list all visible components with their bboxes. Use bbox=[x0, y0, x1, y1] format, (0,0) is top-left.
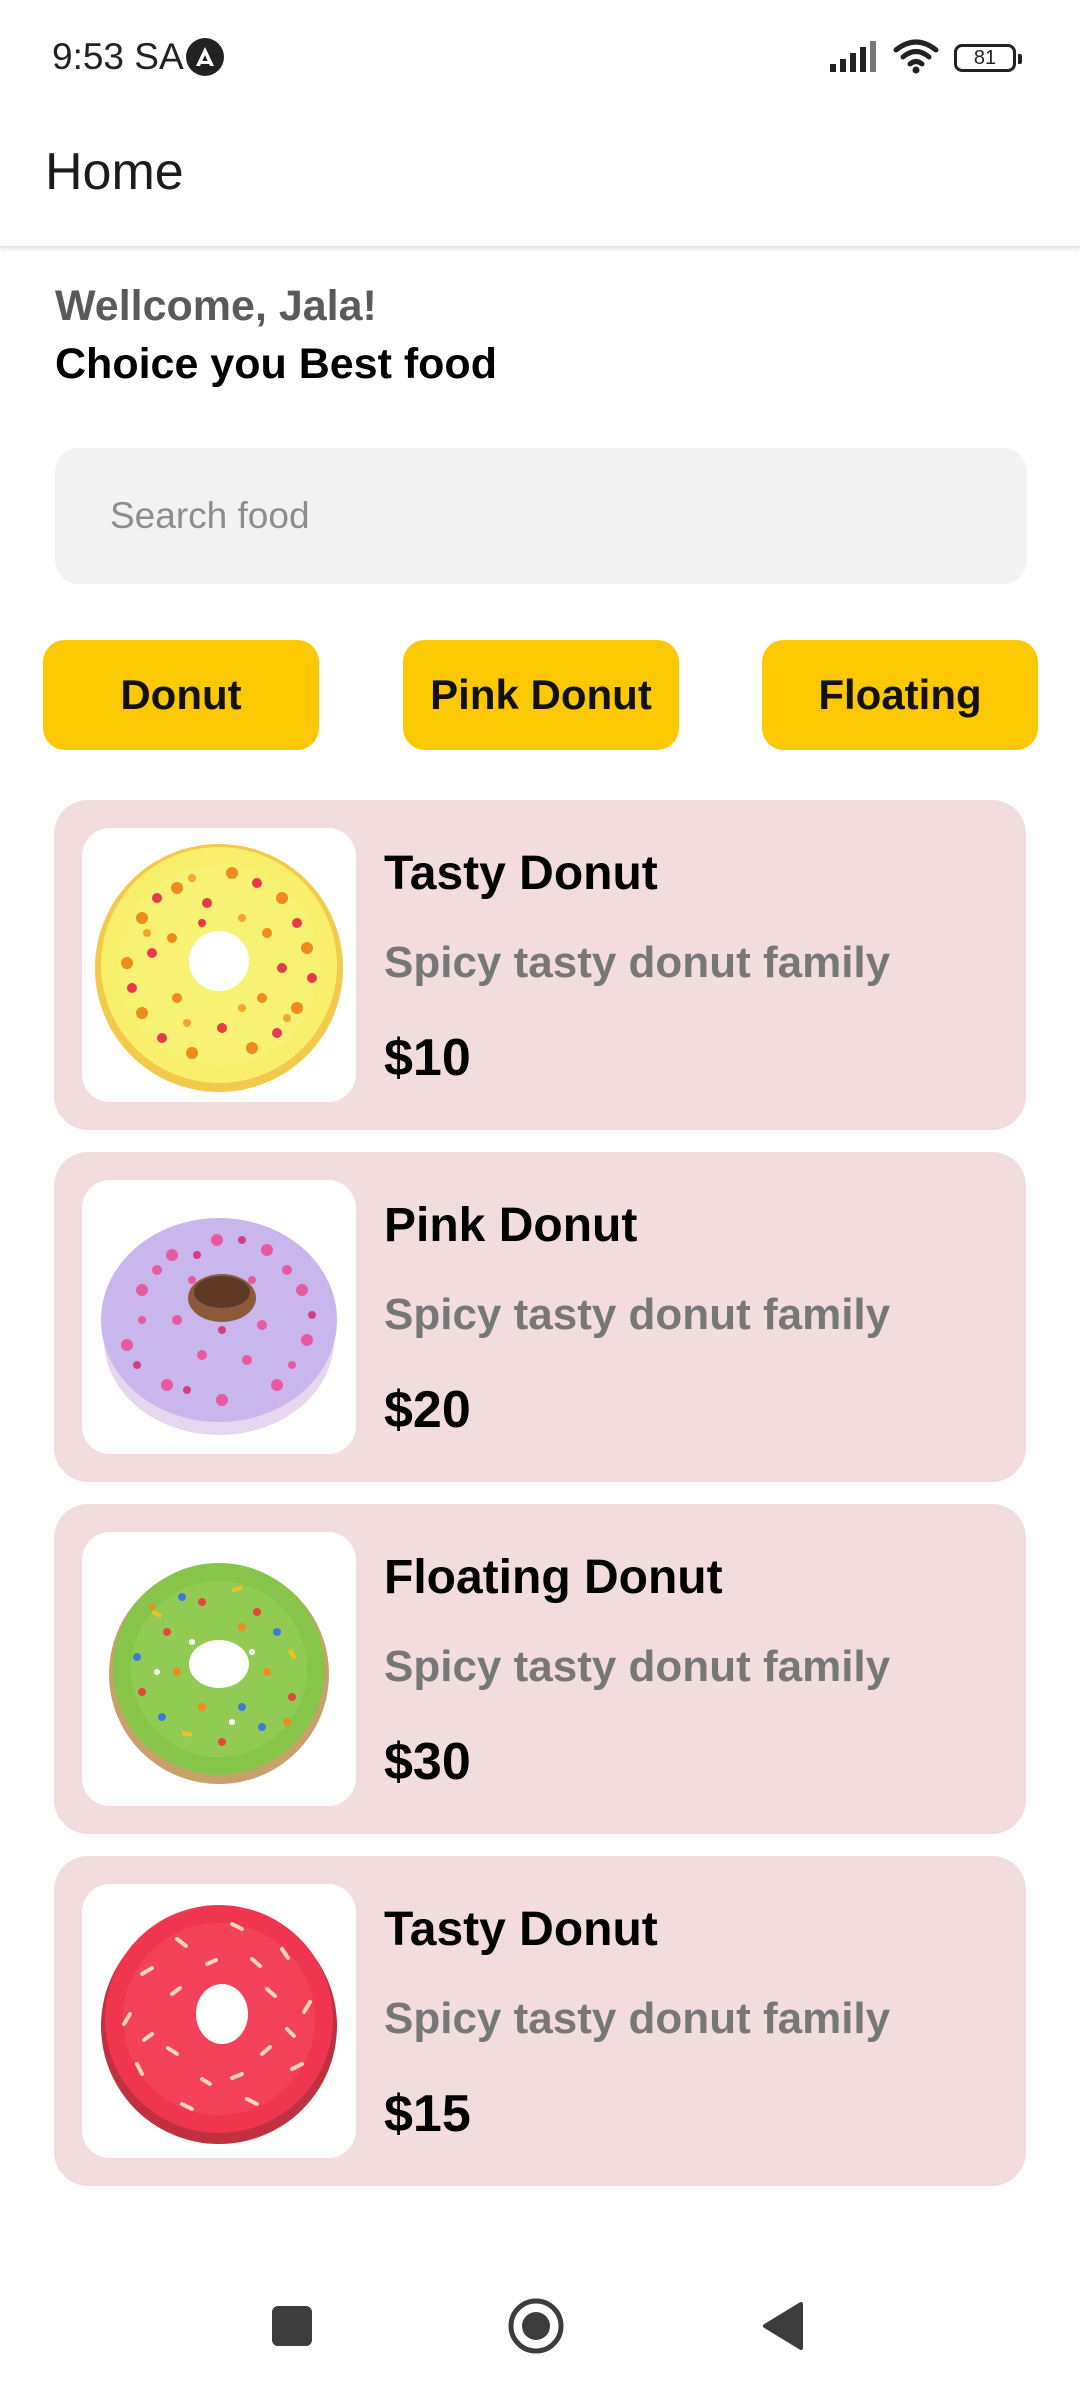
triangle-back-icon bbox=[759, 2300, 805, 2357]
product-card[interactable]: Pink Donut Spicy tasty donut family $20 bbox=[54, 1152, 1026, 1482]
chip-donut[interactable]: Donut bbox=[43, 640, 319, 750]
wifi-icon bbox=[892, 38, 940, 79]
battery-level: 81 bbox=[973, 47, 997, 69]
green-sprinkle-donut-image bbox=[109, 1563, 329, 1784]
product-price: $20 bbox=[384, 1381, 471, 1439]
system-nav-bar bbox=[0, 2268, 1080, 2400]
back-button[interactable] bbox=[722, 2268, 842, 2388]
product-price: $15 bbox=[384, 2085, 471, 2143]
product-price: $30 bbox=[384, 1733, 471, 1791]
product-image bbox=[82, 1532, 356, 1806]
subtitle-text: Choice you Best food bbox=[55, 340, 497, 388]
product-image bbox=[82, 1884, 356, 2158]
product-title: Tasty Donut bbox=[384, 847, 658, 900]
battery-icon: 81 bbox=[954, 44, 1022, 72]
greeting-text: Wellcome, Jala! bbox=[55, 282, 377, 330]
chip-pink-donut[interactable]: Pink Donut bbox=[403, 640, 679, 750]
notification-app-icon bbox=[186, 38, 224, 76]
search-input[interactable] bbox=[55, 448, 1027, 584]
chip-floating[interactable]: Floating bbox=[762, 640, 1038, 750]
product-title: Tasty Donut bbox=[384, 1903, 658, 1956]
recent-apps-button[interactable] bbox=[232, 2268, 352, 2388]
product-card[interactable]: Tasty Donut Spicy tasty donut family $15 bbox=[54, 1856, 1026, 2186]
product-description: Spicy tasty donut family bbox=[384, 938, 891, 987]
status-bar: 9:53 SA 81 bbox=[0, 0, 1080, 114]
status-icons: 81 bbox=[828, 38, 1022, 79]
product-image bbox=[82, 828, 356, 1102]
square-icon bbox=[270, 2304, 314, 2353]
home-button[interactable] bbox=[476, 2268, 596, 2388]
product-title: Pink Donut bbox=[384, 1199, 638, 1252]
product-card[interactable]: Tasty Donut Spicy tasty donut family $10 bbox=[54, 800, 1026, 1130]
status-time: 9:53 SA bbox=[52, 36, 184, 77]
circle-home-icon bbox=[506, 2296, 566, 2361]
pink-sprinkle-donut-image bbox=[101, 1218, 337, 1435]
page-title: Home bbox=[45, 143, 184, 201]
product-price: $10 bbox=[384, 1029, 471, 1087]
product-card[interactable]: Floating Donut Spicy tasty donut family … bbox=[54, 1504, 1026, 1834]
product-description: Spicy tasty donut family bbox=[384, 1994, 891, 2043]
signal-icon bbox=[828, 40, 878, 77]
product-image bbox=[82, 1180, 356, 1454]
yellow-sprinkle-donut-image bbox=[95, 844, 343, 1092]
home-screen: 9:53 SA 81 Home Wellcome, Jala! Choice y… bbox=[0, 0, 1080, 2400]
red-sprinkle-donut-image bbox=[101, 1905, 337, 2144]
product-title: Floating Donut bbox=[384, 1551, 723, 1604]
app-bar: Home bbox=[0, 114, 1080, 246]
product-description: Spicy tasty donut family bbox=[384, 1290, 891, 1339]
product-description: Spicy tasty donut family bbox=[384, 1642, 891, 1691]
